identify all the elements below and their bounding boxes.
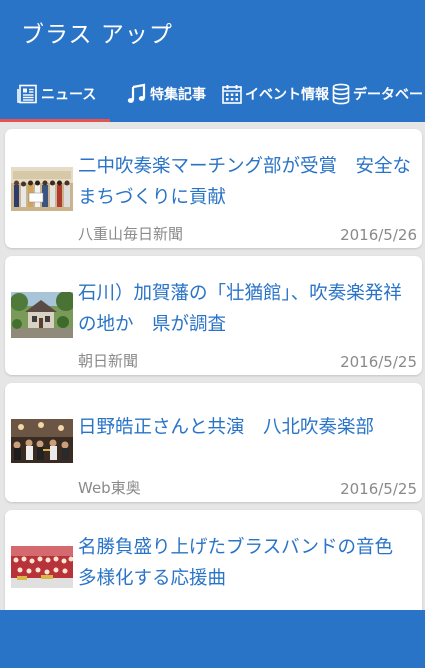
news-card[interactable]: 日野皓正さんと共演 八北吹奏楽部 Web東奥 2016/5/25 (5, 383, 422, 502)
tab-database[interactable]: データベー (331, 66, 423, 122)
news-thumbnail (11, 292, 73, 338)
news-headline[interactable]: 石川）加賀藩の「壮猶館」、吹奏楽発祥の地か 県が調査 (78, 278, 418, 340)
news-date: 2016/5/25 (340, 353, 417, 371)
news-source: 朝日新聞 (78, 352, 139, 370)
tab-events[interactable]: イベント情報 (221, 66, 329, 122)
tab-news[interactable]: ニュース (17, 66, 96, 122)
app-title: ブラス アップ (21, 22, 173, 48)
news-list[interactable]: 二中吹奏楽マーチング部が受賞 安全なまちづくりに貢献 八重山毎日新聞 2016/… (0, 122, 425, 610)
tab-features-label: 特集記事 (150, 87, 206, 103)
tab-news-label: ニュース (41, 87, 97, 103)
news-card[interactable]: 名勝負盛り上げたブラスバンドの音色 多様化する応援曲 (5, 510, 422, 610)
calendar-icon (222, 85, 242, 104)
news-headline[interactable]: 日野皓正さんと共演 八北吹奏楽部 (78, 412, 418, 443)
tab-features[interactable]: 特集記事 (126, 66, 206, 122)
news-date: 2016/5/26 (340, 226, 417, 244)
tab-bar: ニュース 特集記事 イベント情報 データベー (0, 66, 425, 122)
app-bar: ブラス アップ (0, 0, 425, 66)
news-headline[interactable]: 二中吹奏楽マーチング部が受賞 安全なまちづくりに貢献 (78, 151, 418, 213)
tab-events-label: イベント情報 (245, 87, 329, 103)
news-card[interactable]: 二中吹奏楽マーチング部が受賞 安全なまちづくりに貢献 八重山毎日新聞 2016/… (5, 129, 422, 248)
newspaper-icon (17, 84, 37, 104)
bottom-bar (0, 610, 425, 668)
news-headline[interactable]: 名勝負盛り上げたブラスバンドの音色 多様化する応援曲 (78, 532, 418, 594)
music-note-icon (127, 83, 146, 103)
news-card[interactable]: 石川）加賀藩の「壮猶館」、吹奏楽発祥の地か 県が調査 朝日新聞 2016/5/2… (5, 256, 422, 375)
news-thumbnail (11, 419, 73, 463)
news-date: 2016/5/25 (340, 480, 417, 498)
news-thumbnail (11, 167, 73, 211)
tab-database-label: データベー (353, 87, 423, 103)
database-icon (332, 83, 350, 105)
news-source: Web東奥 (78, 479, 141, 497)
news-source: 八重山毎日新聞 (78, 225, 184, 243)
news-thumbnail (11, 546, 73, 588)
